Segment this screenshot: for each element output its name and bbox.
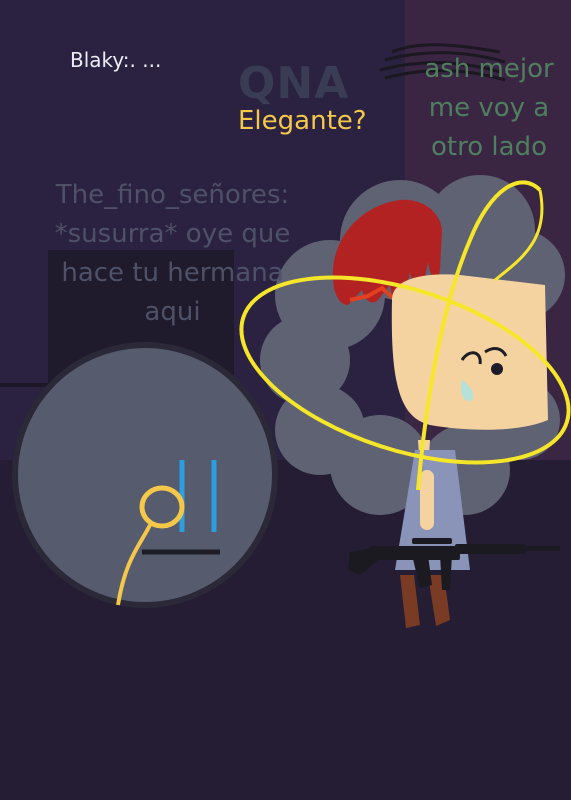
caption-ash: ash mejor me voy a otro lado [424, 54, 554, 162]
girl-leg-left [400, 575, 420, 628]
girl-eye [491, 363, 503, 375]
girl-arm [420, 470, 434, 530]
caption-elegante: Elegante? [238, 106, 367, 136]
caption-fino: The_fino_señores: *susurra* oye que hace… [54, 180, 291, 327]
caption-qna: QNA [238, 58, 350, 109]
round-character-body [12, 342, 278, 608]
caption-blaky: Blaky:. ... [70, 48, 162, 72]
